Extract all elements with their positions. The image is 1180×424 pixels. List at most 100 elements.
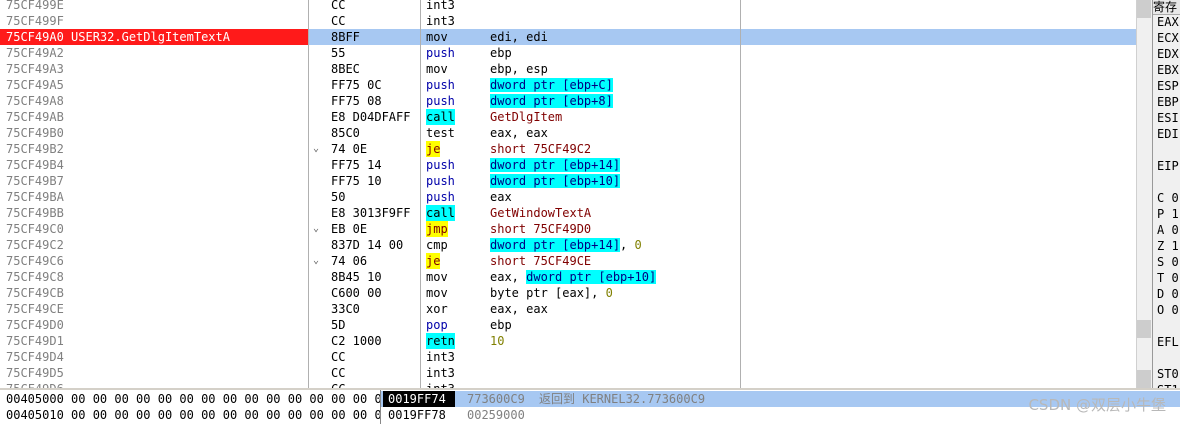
disasm-row[interactable]: 75CF49CE 33C0 xor eax, eax: [0, 301, 1136, 317]
register-label[interactable]: ECX: [1157, 30, 1179, 46]
register-label[interactable]: EFL: [1157, 334, 1179, 350]
register-label[interactable]: A 0: [1157, 222, 1179, 238]
dump-row[interactable]: 00405010 00 00 00 00 00 00 00 00 00 00 0…: [6, 407, 411, 423]
register-label[interactable]: O 0: [1157, 302, 1179, 318]
instruction-mnemonic: push: [426, 174, 455, 188]
registers-pane[interactable]: 寄存 EAX ECX EDX EBX ESP EBP ESI EDI EIP C 0P 1A 0Z…: [1152, 0, 1180, 388]
instruction-address: 75CF49D0: [6, 318, 64, 332]
instruction-bytes: 55: [331, 46, 346, 60]
dump-bytes: 00 00 00 00 00 00 00 00 00 00 00 00 00 0…: [63, 392, 411, 406]
instruction-mnemonic: cmp: [426, 238, 448, 252]
column-divider: [740, 0, 741, 388]
instruction-operands: dword ptr [ebp+14], 0: [490, 237, 642, 253]
instruction-operands: dword ptr [ebp+14]: [490, 157, 621, 173]
instruction-bytes: 33C0: [331, 302, 360, 316]
disasm-row[interactable]: 75CF49BB E8 3013F9FF call GetWindowTextA: [0, 205, 1136, 221]
instruction-operands: eax: [490, 189, 512, 205]
dump-bytes: 00 00 00 00 00 00 00 00 00 00 00 00 00 0…: [63, 408, 411, 422]
instruction-mnemonic: call: [426, 205, 455, 221]
register-label[interactable]: S 0: [1157, 254, 1179, 270]
instruction-address: 75CF49D4: [6, 350, 64, 364]
register-label[interactable]: EBP: [1157, 94, 1179, 110]
scroll-up-arrow[interactable]: [1137, 0, 1151, 18]
disasm-row[interactable]: 75CF499E CC int3: [0, 0, 1136, 13]
instruction-bytes: C2 1000: [331, 334, 382, 348]
instruction-operands: short 75CF49C2: [490, 141, 591, 157]
disasm-row[interactable]: 75CF49CB C600 00 mov byte ptr [eax], 0: [0, 285, 1136, 301]
register-label[interactable]: P 1: [1157, 206, 1179, 222]
disasm-row[interactable]: 75CF49D5 CC int3: [0, 365, 1136, 381]
register-label[interactable]: EIP: [1157, 158, 1179, 174]
instruction-mnemonic: push: [426, 46, 455, 60]
disasm-row[interactable]: 75CF49D0 5D pop ebp: [0, 317, 1136, 333]
dump-row[interactable]: 00405000 00 00 00 00 00 00 00 00 00 00 0…: [6, 391, 411, 407]
register-label[interactable]: Z 1: [1157, 238, 1179, 254]
instruction-bytes: 8B45 10: [331, 270, 382, 284]
jump-arrow-icon: ⌄: [313, 143, 320, 154]
operand: dword ptr [ebp+14]: [490, 238, 621, 252]
instruction-address: 75CF49C2: [6, 238, 64, 252]
disasm-row[interactable]: 75CF49B0 85C0 test eax, eax: [0, 125, 1136, 141]
instruction-address: 75CF49A5: [6, 78, 64, 92]
scroll-down-arrow[interactable]: [1137, 370, 1151, 388]
disasm-row[interactable]: 75CF49BA 50 push eax: [0, 189, 1136, 205]
instruction-operands: eax, eax: [490, 125, 548, 141]
instruction-bytes: FF75 08: [331, 94, 382, 108]
register-label[interactable]: EDI: [1157, 126, 1179, 142]
disasm-row[interactable]: 75CF49B7 FF75 10 push dword ptr [ebp+10]: [0, 173, 1136, 189]
instruction-operands: short 75CF49CE: [490, 253, 591, 269]
disassembly-scrollbar[interactable]: [1136, 0, 1152, 388]
instruction-mnemonic: retn: [426, 333, 455, 349]
register-label[interactable]: C 0: [1157, 190, 1179, 206]
disasm-row[interactable]: 75CF49AB E8 D04DFAFF call GetDlgItem: [0, 109, 1136, 125]
disasm-row[interactable]: 75CF49A0 USER32.GetDlgItemTextA 8BFF mov ed…: [0, 29, 1136, 45]
instruction-mnemonic: je: [426, 141, 441, 157]
stack-address: 0019FF74: [383, 391, 455, 407]
register-label[interactable]: ESI: [1157, 110, 1179, 126]
operand: 0: [605, 286, 613, 300]
register-label[interactable]: EDX: [1157, 46, 1179, 62]
instruction-bytes: C600 00: [331, 286, 382, 300]
disasm-row[interactable]: 75CF49C0 ⌄ EB 0E jmp short 75CF49D0: [0, 221, 1136, 237]
register-label[interactable]: ESP: [1157, 78, 1179, 94]
disasm-row[interactable]: 75CF499F CC int3: [0, 13, 1136, 29]
register-label[interactable]: EAX: [1157, 14, 1179, 30]
operand: 10: [490, 334, 505, 348]
stack-address: 0019FF78: [388, 408, 446, 422]
disasm-row[interactable]: 75CF49C8 8B45 10 mov eax, dword ptr [ebp+10…: [0, 269, 1136, 285]
scrollbar-thumb[interactable]: [1137, 320, 1151, 338]
instruction-address: 75CF49C0: [6, 222, 64, 236]
disasm-row[interactable]: 75CF49B4 FF75 14 push dword ptr [ebp+14]: [0, 157, 1136, 173]
register-label[interactable]: ST0: [1157, 366, 1179, 382]
operand: short 75CF49D0: [490, 222, 592, 236]
instruction-bytes: CC: [331, 366, 346, 380]
disasm-row[interactable]: 75CF49C2 837D 14 00 cmp dword ptr [ebp+14],…: [0, 237, 1136, 253]
operand: 0: [634, 238, 642, 252]
disassembly-pane[interactable]: 75CF499E CC int3 75CF499F CC int3 75CF49A0 USE…: [0, 0, 1136, 388]
instruction-address: 75CF49BB: [6, 206, 64, 220]
disasm-row[interactable]: 75CF49D6 CC int3: [0, 381, 1136, 388]
disasm-row[interactable]: 75CF49A3 8BEC mov ebp, esp: [0, 61, 1136, 77]
disasm-row[interactable]: 75CF49D1 C2 1000 retn 10: [0, 333, 1136, 349]
disasm-row[interactable]: 75CF49A2 55 push ebp: [0, 45, 1136, 61]
disasm-row[interactable]: 75CF49B2 ⌄ 74 0E je short 75CF49C2: [0, 141, 1136, 157]
instruction-operands: short 75CF49D0: [490, 221, 591, 237]
register-label[interactable]: D 0: [1157, 286, 1179, 302]
column-divider: [308, 0, 309, 388]
instruction-operands: GetWindowTextA: [490, 205, 591, 221]
operand: dword ptr [ebp+14]: [490, 158, 621, 172]
memory-dump-pane[interactable]: 00405000 00 00 00 00 00 00 00 00 00 00 0…: [0, 390, 411, 424]
instruction-mnemonic: call: [426, 109, 455, 125]
register-label[interactable]: T 0: [1157, 270, 1179, 286]
operand: edi, edi: [490, 30, 548, 44]
instruction-bytes: CC: [331, 0, 346, 12]
register-label[interactable]: EBX: [1157, 62, 1179, 78]
instruction-mnemonic: mov: [426, 62, 448, 76]
instruction-bytes: EB 0E: [331, 222, 368, 236]
instruction-bytes: FF75 10: [331, 174, 382, 188]
disasm-row[interactable]: 75CF49A5 FF75 0C push dword ptr [ebp+C]: [0, 77, 1136, 93]
disasm-row[interactable]: 75CF49C6 ⌄ 74 06 je short 75CF49CE: [0, 253, 1136, 269]
instruction-address: 75CF49CB: [6, 286, 64, 300]
disasm-row[interactable]: 75CF49A8 FF75 08 push dword ptr [ebp+8]: [0, 93, 1136, 109]
disasm-row[interactable]: 75CF49D4 CC int3: [0, 349, 1136, 365]
